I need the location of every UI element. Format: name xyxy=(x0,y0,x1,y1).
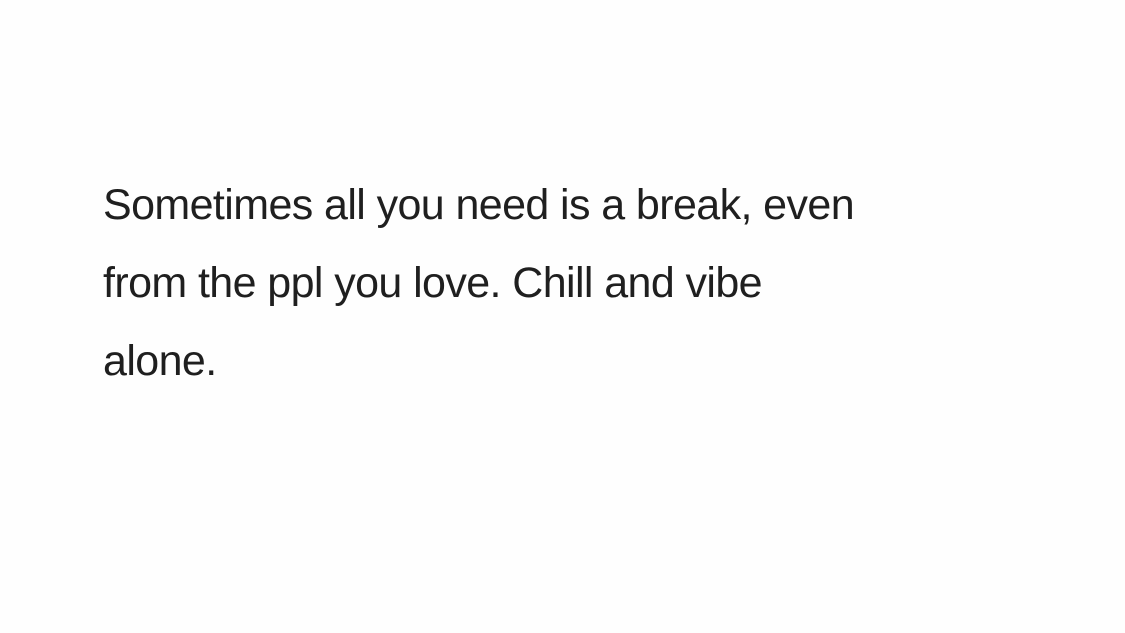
post-text-line: Sometimes all you need is a break, even xyxy=(103,181,855,229)
post-card: Sometimes all you need is a break, even … xyxy=(0,0,1125,633)
post-text-line: alone. xyxy=(103,337,217,385)
post-text: Sometimes all you need is a break, even … xyxy=(103,166,1063,400)
post-text-line: from the ppl you love. Chill and vibe xyxy=(103,259,763,307)
